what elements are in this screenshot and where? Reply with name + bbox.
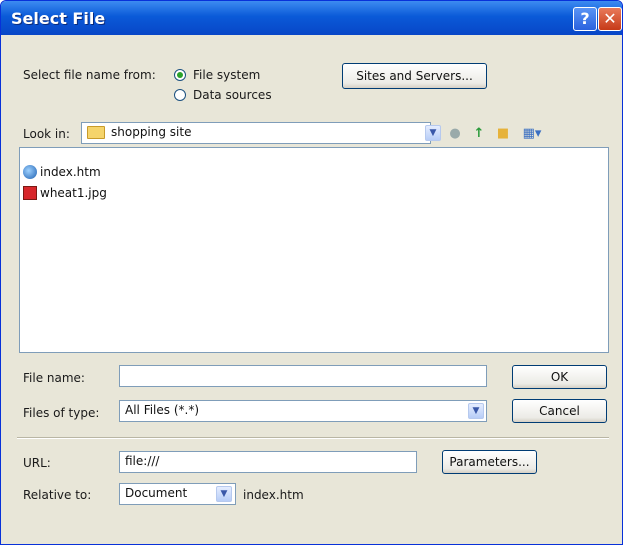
data-sources-radio[interactable] <box>174 89 186 101</box>
divider <box>17 437 609 439</box>
relative-file-label: index.htm <box>243 488 304 502</box>
close-button[interactable]: ✕ <box>598 7 622 31</box>
parameters-button[interactable]: Parameters... <box>442 450 537 474</box>
cancel-button[interactable]: Cancel <box>512 399 607 423</box>
back-icon[interactable]: ● <box>447 126 463 142</box>
file-system-radio[interactable] <box>174 69 186 81</box>
files-of-type-label: Files of type: <box>23 406 100 420</box>
up-folder-icon[interactable]: ↑ <box>471 126 487 142</box>
look-in-dropdown[interactable]: shopping site <box>81 122 431 144</box>
folder-icon <box>87 126 105 139</box>
relative-to-dropdown-arrow[interactable]: ▼ <box>216 486 232 502</box>
select-file-dialog: Select File ? ✕ Select file name from: F… <box>0 0 623 545</box>
file-list[interactable]: index.htm wheat1.jpg <box>19 147 609 353</box>
file-name-input[interactable] <box>119 365 487 387</box>
look-in-value: shopping site <box>111 125 192 139</box>
file-name-label: index.htm <box>40 165 101 179</box>
url-label: URL: <box>23 456 51 470</box>
file-system-label[interactable]: File system <box>193 68 260 82</box>
files-of-type-dropdown[interactable]: All Files (*.*) <box>119 400 487 422</box>
new-folder-icon[interactable]: ■ <box>495 126 511 142</box>
data-sources-label[interactable]: Data sources <box>193 88 272 102</box>
list-item[interactable]: wheat1.jpg <box>23 184 107 202</box>
look-in-label: Look in: <box>23 127 70 141</box>
files-of-type-dropdown-arrow[interactable]: ▼ <box>468 403 484 419</box>
file-name-label: wheat1.jpg <box>40 186 107 200</box>
file-name-label: File name: <box>23 371 85 385</box>
image-file-icon <box>23 186 37 200</box>
view-menu-icon[interactable]: ▦▾ <box>519 126 545 142</box>
dialog-title: Select File <box>11 9 106 28</box>
html-document-icon <box>23 165 37 179</box>
sites-and-servers-button[interactable]: Sites and Servers... <box>342 63 487 89</box>
look-in-dropdown-arrow[interactable]: ▼ <box>425 125 441 141</box>
title-bar[interactable]: Select File ? ✕ <box>1 1 622 35</box>
source-label: Select file name from: <box>23 68 156 82</box>
help-button[interactable]: ? <box>573 7 597 31</box>
url-input[interactable]: file:/// <box>119 451 417 473</box>
list-item[interactable]: index.htm <box>23 163 101 181</box>
ok-button[interactable]: OK <box>512 365 607 389</box>
relative-to-label: Relative to: <box>23 488 92 502</box>
